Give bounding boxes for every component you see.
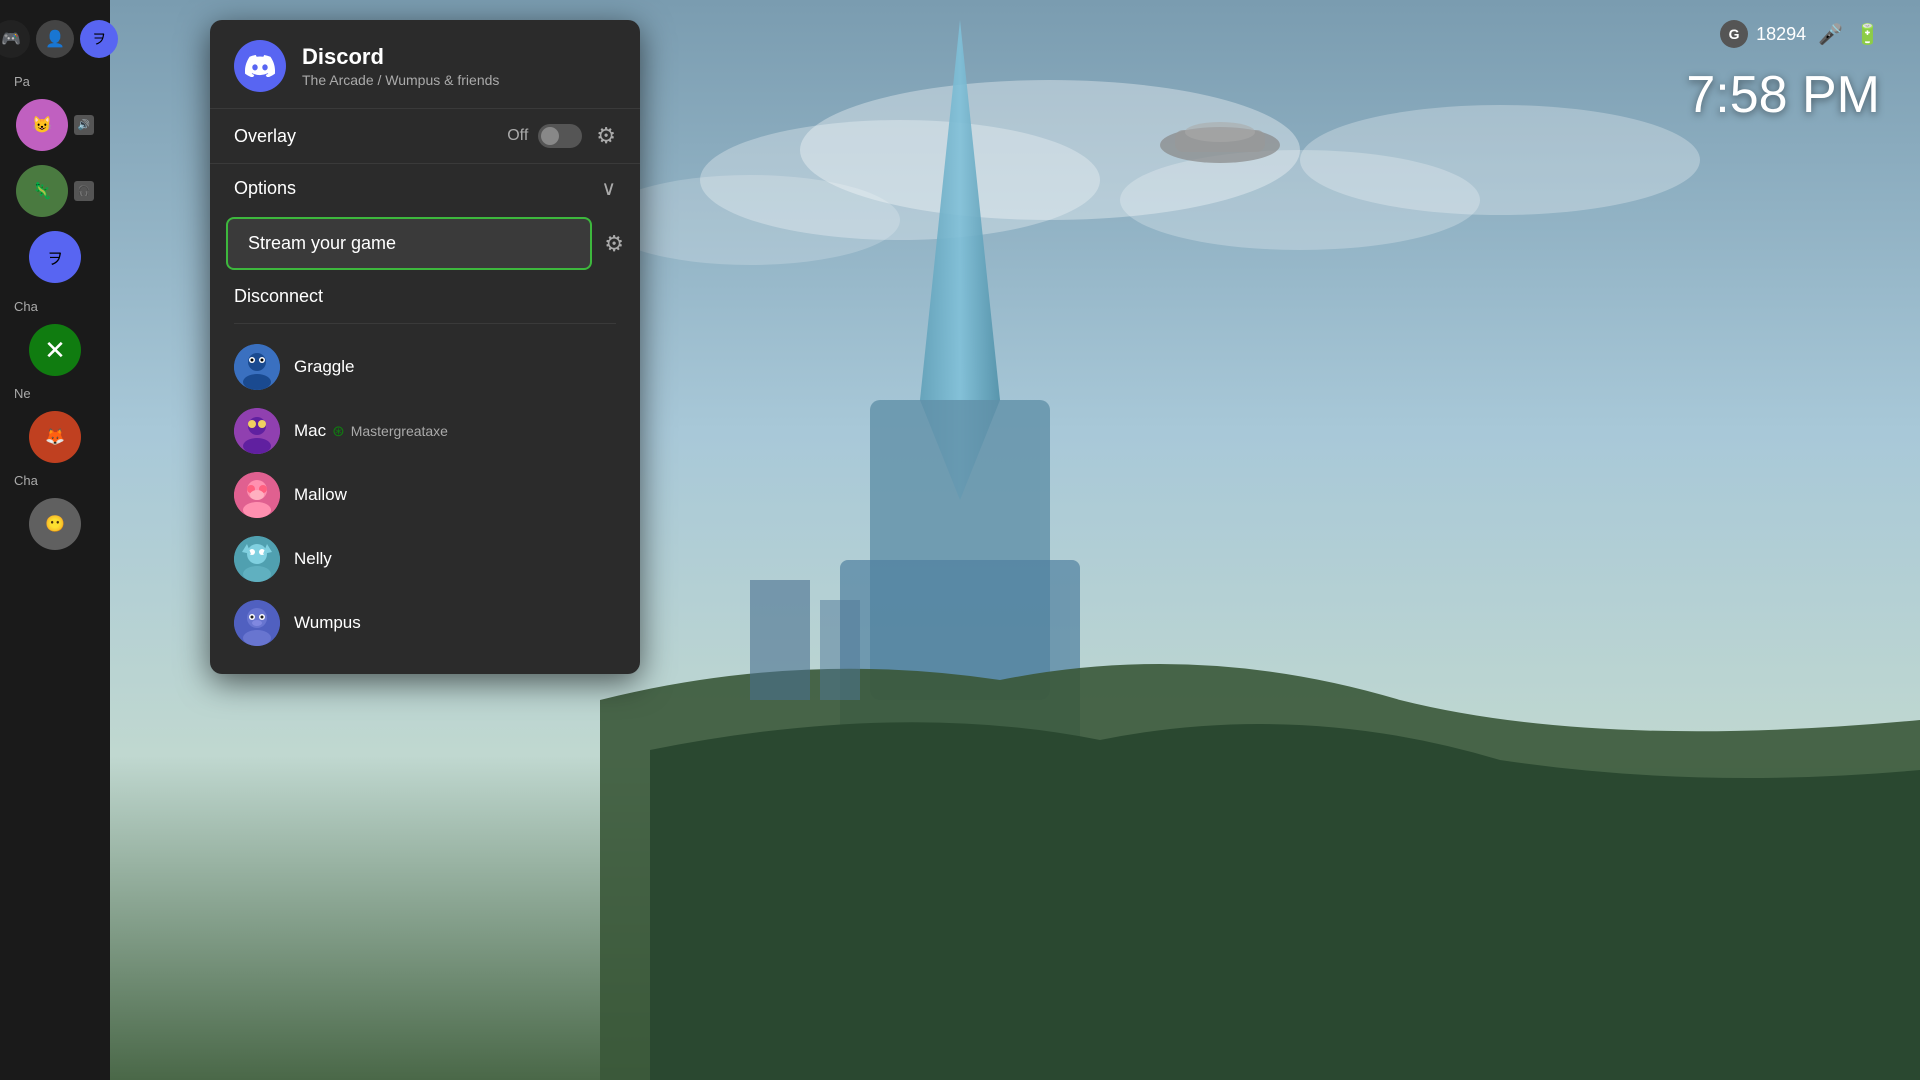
overlay-state: Off [507, 127, 528, 145]
sidebar-avatar-1: 😺 [16, 99, 68, 151]
sidebar-top-icons: 🎮 👤 ヲ [0, 20, 118, 58]
sidebar-icon-1: 🎮 [0, 20, 30, 58]
sidebar-avatar-row-4: 😶 [21, 494, 89, 554]
friend-name-graggle: Graggle [294, 357, 354, 377]
avatar-graggle-svg [234, 344, 280, 390]
discord-panel: Discord The Arcade / Wumpus & friends Ov… [210, 20, 640, 674]
friends-list: Graggle Mac ⊛ Mastergreataxe [210, 336, 640, 654]
sidebar-avatar-row-1: 😺 🔊 [8, 95, 102, 155]
discord-subtitle: The Arcade / Wumpus & friends [302, 72, 499, 88]
avatar-mac-svg [234, 408, 280, 454]
friends-divider [234, 323, 616, 324]
sidebar-icon-2: 👤 [36, 20, 74, 58]
disconnect-row: Disconnect [210, 274, 640, 319]
sidebar-label-pa: Pa [0, 74, 30, 89]
friend-name-wumpus: Wumpus [294, 613, 361, 633]
friend-name-mallow: Mallow [294, 485, 347, 505]
sidebar-label-cha2: Cha [0, 473, 38, 488]
sidebar-label-ne: Ne [0, 386, 31, 401]
discord-logo [234, 40, 286, 92]
friend-avatar-nelly [234, 536, 280, 582]
overlay-label: Overlay [234, 126, 507, 147]
xbox-icon-mac: ⊛ [332, 422, 345, 440]
friend-gamertag-mac: Mastergreataxe [351, 423, 448, 439]
discord-title-group: Discord The Arcade / Wumpus & friends [302, 44, 499, 88]
sidebar-discord-icon: ヲ [29, 231, 81, 283]
stream-game-button[interactable]: Stream your game [226, 217, 592, 270]
stream-row: Stream your game ⚙ [226, 217, 624, 270]
friend-avatar-mac [234, 408, 280, 454]
sidebar-xbox-icon: ✕ [29, 324, 81, 376]
sidebar-avatar-row-3: 🦊 [21, 407, 89, 467]
overlay-row: Overlay Off ⚙ [210, 109, 640, 164]
friend-item-wumpus[interactable]: Wumpus [226, 592, 624, 654]
xbox-sidebar: 🎮 👤 ヲ Pa 😺 🔊 🦎 🎧 ヲ Cha ✕ Ne 🦊 Cha 😶 [0, 0, 110, 1080]
discord-logo-svg [245, 55, 275, 77]
sidebar-discord-row: ヲ [21, 227, 89, 287]
sidebar-headset-icon: 🎧 [74, 181, 94, 201]
friend-avatar-wumpus [234, 600, 280, 646]
discord-header: Discord The Arcade / Wumpus & friends [210, 20, 640, 109]
friend-item-nelly[interactable]: Nelly [226, 528, 624, 590]
disconnect-button[interactable]: Disconnect [234, 286, 323, 306]
sidebar-icon-discord: ヲ [80, 20, 118, 58]
options-label: Options [234, 178, 601, 199]
clock-top-spacer [1686, 40, 1880, 61]
clock-display: 7:58 PM [1686, 40, 1880, 125]
friend-info-mac: Mac ⊛ Mastergreataxe [294, 421, 448, 441]
avatar-nelly-svg [234, 536, 280, 582]
discord-title: Discord [302, 44, 499, 70]
avatar-mallow-svg [234, 472, 280, 518]
avatar-wumpus-svg [234, 600, 280, 646]
sidebar-label-cha1: Cha [0, 299, 38, 314]
sidebar-avatar-4: 😶 [29, 498, 81, 550]
friend-item-mallow[interactable]: Mallow [226, 464, 624, 526]
sidebar-avatar-2: 🦎 [16, 165, 68, 217]
options-row[interactable]: Options ∨ [210, 164, 640, 213]
sidebar-volume-icon: 🔊 [74, 115, 94, 135]
friend-item-mac[interactable]: Mac ⊛ Mastergreataxe [226, 400, 624, 462]
sidebar-xbox-row: ✕ [21, 320, 89, 380]
overlay-toggle[interactable] [538, 124, 582, 148]
sidebar-avatar-3: 🦊 [29, 411, 81, 463]
friend-name-mac: Mac [294, 421, 326, 441]
friend-item-graggle[interactable]: Graggle [226, 336, 624, 398]
overlay-settings-icon[interactable]: ⚙ [596, 123, 616, 149]
friend-name-nelly: Nelly [294, 549, 332, 569]
friend-avatar-mallow [234, 472, 280, 518]
friend-avatar-graggle [234, 344, 280, 390]
chevron-down-icon: ∨ [601, 176, 616, 201]
sidebar-avatar-row-2: 🦎 🎧 [8, 161, 102, 221]
clock-time: 7:58 PM [1686, 66, 1880, 124]
stream-settings-icon[interactable]: ⚙ [604, 231, 624, 257]
